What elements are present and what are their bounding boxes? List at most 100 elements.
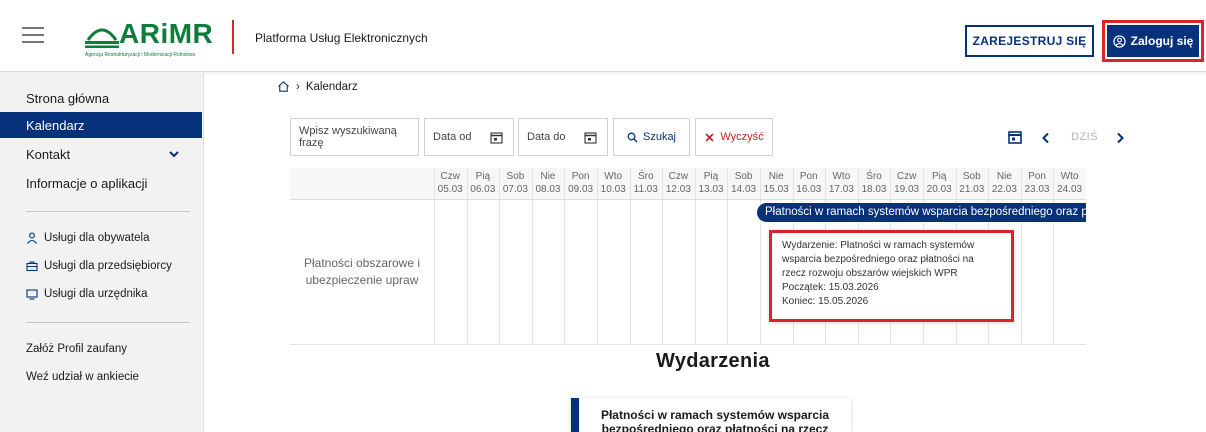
timeline-day-header: Pon 09.03 <box>564 170 596 196</box>
sidebar-item-label: Strona główna <box>26 90 110 106</box>
day-date: 24.03 <box>1057 184 1083 195</box>
day-name: Czw <box>896 171 917 182</box>
day-date: 18.03 <box>861 184 887 195</box>
timeline-day-header: Czw 05.03 <box>434 170 466 196</box>
briefcase-icon <box>26 261 38 272</box>
search-placeholder: Wpisz wyszukiwaną frazę <box>299 125 397 149</box>
timeline-bottom-border <box>290 344 1086 345</box>
timeline-day-header: Śro 11.03 <box>630 170 662 196</box>
day-date: 19.03 <box>894 184 920 195</box>
home-icon[interactable] <box>277 80 290 93</box>
day-date: 16.03 <box>796 184 822 195</box>
sidebar-item-label: Kontakt <box>26 146 71 162</box>
timeline-day-header: Nie 08.03 <box>532 170 564 196</box>
timeline-event-bar[interactable]: Płatności w ramach systemów wsparcia bez… <box>757 203 1086 222</box>
timeline-day-header: Pon 16.03 <box>793 170 825 196</box>
sidebar-service-business[interactable]: Usługi dla przedsiębiorcy <box>26 256 172 276</box>
hamburger-icon[interactable] <box>22 27 44 45</box>
day-name: Pią <box>931 171 947 182</box>
chevron-down-icon[interactable] <box>168 148 180 160</box>
login-label: Zaloguj się <box>1130 34 1194 48</box>
timeline-day-header: Pią 06.03 <box>467 170 499 196</box>
tooltip-line: Wydarzenie: Płatności w ramach systemów <box>782 240 975 251</box>
timeline-day-header: Wto 10.03 <box>597 170 629 196</box>
timeline-row-label: Płatności obszarowe i ubezpieczenie upra… <box>303 256 421 287</box>
day-name: Czw <box>668 171 689 182</box>
day-name: Nie <box>768 171 784 182</box>
day-name: Wto <box>1060 171 1079 182</box>
day-date: 21.03 <box>959 184 985 195</box>
sidebar-item-app-info[interactable]: Informacje o aplikacji <box>0 170 202 196</box>
timeline-day-header: Pon 23.03 <box>1021 170 1053 196</box>
clear-button[interactable]: Wyczyść <box>695 118 773 156</box>
day-date: 05.03 <box>437 184 463 195</box>
sidebar-divider <box>26 322 190 323</box>
tooltip-line: wsparcia bezpośredniego oraz płatności n… <box>782 254 974 265</box>
sidebar-link-trusted-profile[interactable]: Załóż Profil zaufany <box>26 343 127 355</box>
sidebar-item-home[interactable]: Strona główna <box>0 85 202 111</box>
platform-title: Platforma Usług Elektronicznych <box>255 31 428 45</box>
login-button[interactable]: Zaloguj się <box>1107 25 1199 57</box>
calendar-icon[interactable] <box>490 131 503 144</box>
event-card[interactable]: Płatności w ramach systemów wsparcia bez… <box>571 398 851 432</box>
date-from-field[interactable]: Data od <box>424 118 514 156</box>
day-date: 08.03 <box>535 184 561 195</box>
day-name: Czw <box>440 171 460 182</box>
calendar-icon[interactable] <box>584 131 597 144</box>
day-date: 07.03 <box>502 184 528 195</box>
event-card-line: Płatności w ramach systemów wsparcia <box>600 408 830 422</box>
date-from-label: Data od <box>433 131 472 143</box>
clear-button-label: Wyczyść <box>720 131 764 143</box>
logo-subtitle: Agencja Restrukturyzacji i Modernizacji … <box>85 52 196 58</box>
timeline-day-header: Sob 21.03 <box>956 170 988 196</box>
day-name: Wto <box>604 171 623 182</box>
day-date: 11.03 <box>633 184 658 195</box>
day-name: Pon <box>571 171 590 182</box>
day-name: Sob <box>734 171 753 182</box>
day-name: Pią <box>703 171 719 182</box>
search-button[interactable]: Szukaj <box>613 118 690 156</box>
register-button[interactable]: ZAREJESTRUJ SIĘ <box>965 25 1094 57</box>
user-circle-icon <box>1112 34 1126 48</box>
chevron-right-icon[interactable] <box>1115 132 1125 144</box>
timeline-day-header: Wto 24.03 <box>1053 170 1085 196</box>
arimr-logo[interactable]: ARiMR Agencja Restrukturyzacji i Moderni… <box>85 16 215 60</box>
service-label: Usługi dla obywatela <box>44 232 150 244</box>
search-icon <box>627 132 638 142</box>
timeline-day-header: Pią 13.03 <box>695 170 727 196</box>
sidebar-service-official[interactable]: Usługi dla urzędnika <box>26 284 148 304</box>
search-button-label: Szukaj <box>642 131 677 143</box>
search-input[interactable]: Wpisz wyszukiwaną frazę <box>290 118 419 156</box>
day-name: Nie <box>540 171 556 182</box>
day-name: Nie <box>996 171 1012 182</box>
day-name: Sob <box>962 171 981 182</box>
chevron-left-icon[interactable] <box>1041 132 1051 144</box>
event-card-accent <box>571 398 579 432</box>
events-section-title: Wydarzenia <box>656 350 770 372</box>
day-date: 14.03 <box>731 184 757 195</box>
sidebar-service-citizen[interactable]: Usługi dla obywatela <box>26 228 149 248</box>
day-date: 12.03 <box>665 184 691 195</box>
day-date: 22.03 <box>991 184 1017 195</box>
today-button[interactable]: DZIŚ <box>1071 131 1098 143</box>
day-date: 20.03 <box>926 184 952 195</box>
sidebar-item-calendar[interactable]: Kalendarz <box>0 112 202 138</box>
calendar-timeline: Płatności obszarowe i ubezpieczenie upra… <box>290 168 1086 346</box>
monitor-icon <box>26 289 38 300</box>
sidebar-item-label: Informacje o aplikacji <box>26 175 148 191</box>
day-date: 09.03 <box>568 184 594 195</box>
sidebar-divider <box>26 211 190 212</box>
sidebar-item-contact[interactable]: Kontakt <box>0 141 202 167</box>
timeline-day-header: Śro 18.03 <box>858 170 890 196</box>
sidebar-link-survey[interactable]: Weź udział w ankiecie <box>26 371 139 383</box>
day-name: Pią <box>475 171 491 182</box>
timeline-day-header: Czw 19.03 <box>890 170 922 196</box>
person-icon <box>27 232 37 244</box>
timeline-day-header: Sob 14.03 <box>727 170 759 196</box>
timeline-day-header: Nie 22.03 <box>988 170 1020 196</box>
header-divider <box>232 20 234 54</box>
calendar-picker-icon[interactable] <box>1008 130 1022 144</box>
timeline-day-header: Sob 07.03 <box>499 170 531 196</box>
tooltip-end: Koniec: 15.05.2026 <box>782 296 869 307</box>
date-to-field[interactable]: Data do <box>518 118 608 156</box>
